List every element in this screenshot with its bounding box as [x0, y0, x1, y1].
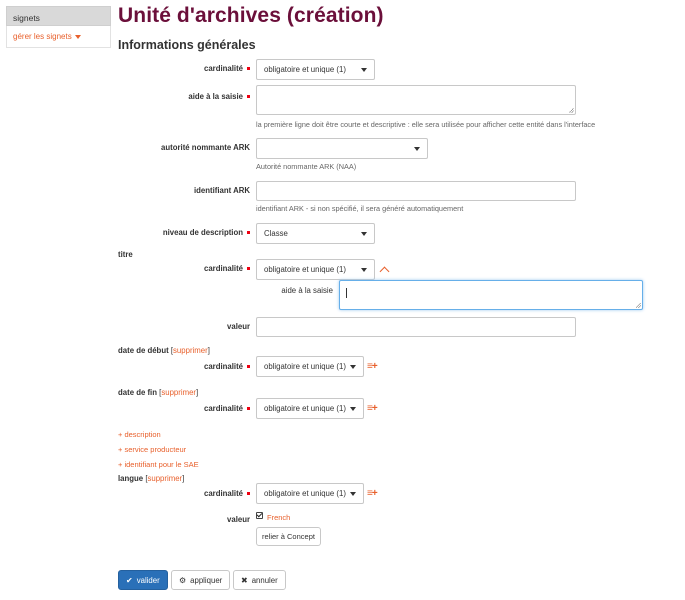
- start-date-heading-text: date de début: [118, 346, 169, 355]
- ark-id-input[interactable]: [256, 181, 576, 201]
- manage-bookmarks-label: gérer les signets: [13, 32, 72, 41]
- end-date-delete-link[interactable]: supprimer: [161, 388, 196, 397]
- chevron-down-icon: [361, 232, 367, 236]
- titre-cardinality-label-text: cardinalité: [204, 264, 243, 273]
- language-cardinality-value: obligatoire et unique (1): [264, 489, 346, 498]
- validate-button-label: valider: [136, 576, 160, 585]
- apply-button[interactable]: ⚙ appliquer: [171, 570, 231, 590]
- chevron-down-icon: [414, 147, 420, 151]
- language-heading-text: langue: [118, 474, 144, 483]
- start-date-cardinality-label: cardinalité: [204, 362, 250, 371]
- level-select[interactable]: Classe: [256, 223, 375, 244]
- ark-authority-hint: Autorité nommante ARK (NAA): [256, 162, 357, 171]
- close-icon: ✖: [241, 576, 248, 585]
- required-marker: [247, 492, 250, 496]
- bookmarks-panel: signets gérer les signets: [6, 6, 111, 48]
- required-marker: [247, 407, 250, 411]
- cancel-button-label: annuler: [251, 576, 278, 585]
- resize-grip-icon[interactable]: [636, 303, 641, 308]
- cardinality-label-text: cardinalité: [204, 64, 243, 73]
- text-cursor: [346, 288, 347, 298]
- end-date-heading-text: date de fin: [118, 388, 157, 397]
- level-label: niveau de description: [163, 228, 250, 237]
- check-icon: ✔: [126, 576, 133, 585]
- titre-value-input[interactable]: [256, 317, 576, 337]
- language-delete-link[interactable]: supprimer: [147, 474, 182, 483]
- end-date-cardinality-label-text: cardinalité: [204, 404, 243, 413]
- ark-authority-label: autorité nommante ARK: [161, 143, 250, 152]
- add-list-icon[interactable]: ≡+: [367, 488, 378, 499]
- chevron-down-icon: [350, 407, 356, 411]
- required-marker: [247, 67, 250, 71]
- cardinality-label: cardinalité: [204, 64, 250, 73]
- start-date-cardinality-value: obligatoire et unique (1): [264, 362, 346, 371]
- caret-down-icon: [74, 34, 81, 39]
- language-cardinality-label-text: cardinalité: [204, 489, 243, 498]
- titre-value-label: valeur: [227, 322, 250, 331]
- help-label: aide à la saisie: [188, 92, 250, 101]
- end-date-heading: date de fin [supprimer]: [118, 388, 198, 397]
- help-label-text: aide à la saisie: [188, 92, 243, 101]
- add-sae-identifier-link[interactable]: + identifiant pour le SAE: [118, 460, 199, 469]
- start-date-cardinality-label-text: cardinalité: [204, 362, 243, 371]
- bookmarks-body: gérer les signets: [6, 26, 111, 48]
- start-date-delete-link[interactable]: supprimer: [173, 346, 208, 355]
- titre-cardinality-select[interactable]: obligatoire et unique (1): [256, 259, 375, 280]
- link-concept-button[interactable]: relier à Concept: [256, 527, 321, 546]
- required-marker: [247, 365, 250, 369]
- language-cardinality-select[interactable]: obligatoire et unique (1): [256, 483, 364, 504]
- manage-bookmarks-link[interactable]: gérer les signets: [13, 32, 81, 41]
- language-cardinality-label: cardinalité: [204, 489, 250, 498]
- titre-heading: titre: [118, 250, 133, 259]
- add-producer-service-link[interactable]: + service producteur: [118, 445, 186, 454]
- ark-id-label: identifiant ARK: [193, 186, 250, 195]
- validate-button[interactable]: ✔ valider: [118, 570, 168, 590]
- language-heading: langue [supprimer]: [118, 474, 184, 483]
- titre-help-label: aide à la saisie: [281, 286, 333, 295]
- help-hint: la première ligne doit être courte et de…: [256, 120, 596, 129]
- ark-authority-select[interactable]: [256, 138, 428, 159]
- language-checkbox[interactable]: [256, 512, 263, 519]
- cardinality-select[interactable]: obligatoire et unique (1): [256, 59, 375, 80]
- chevron-down-icon: [350, 492, 356, 496]
- titre-cardinality-label: cardinalité: [204, 264, 250, 273]
- titre-cardinality-value: obligatoire et unique (1): [264, 265, 346, 274]
- ark-id-hint: identifiant ARK - si non spécifié, il se…: [256, 204, 464, 213]
- cardinality-select-value: obligatoire et unique (1): [264, 65, 346, 74]
- apply-button-label: appliquer: [190, 576, 223, 585]
- help-textarea[interactable]: [256, 85, 576, 115]
- chevron-down-icon: [361, 268, 367, 272]
- cancel-button[interactable]: ✖ annuler: [233, 570, 286, 590]
- chevron-down-icon: [361, 68, 367, 72]
- bookmarks-header: signets: [6, 6, 111, 26]
- collapse-chevron-up-icon[interactable]: [379, 266, 390, 277]
- language-value-link[interactable]: French: [267, 513, 290, 522]
- resize-grip-icon[interactable]: [569, 108, 574, 113]
- level-label-text: niveau de description: [162, 228, 243, 237]
- start-date-cardinality-select[interactable]: obligatoire et unique (1): [256, 356, 364, 377]
- chevron-down-icon: [350, 365, 356, 369]
- gear-icon: ⚙: [179, 576, 187, 585]
- required-marker: [247, 267, 250, 271]
- end-date-cardinality-label: cardinalité: [204, 404, 250, 413]
- add-list-icon[interactable]: ≡+: [367, 361, 378, 372]
- titre-help-textarea[interactable]: [339, 280, 643, 310]
- page-title: Unité d'archives (création): [118, 4, 384, 27]
- required-marker: [247, 231, 250, 235]
- add-description-link[interactable]: + description: [118, 430, 161, 439]
- add-list-icon[interactable]: ≡+: [367, 403, 378, 414]
- section-title: Informations générales: [118, 38, 256, 52]
- end-date-cardinality-select[interactable]: obligatoire et unique (1): [256, 398, 364, 419]
- level-select-value: Classe: [264, 229, 288, 238]
- start-date-heading: date de début [supprimer]: [118, 346, 210, 355]
- required-marker: [247, 95, 250, 99]
- language-value-label: valeur: [227, 515, 250, 524]
- bracket-close: ]: [182, 474, 185, 483]
- bracket-close: ]: [196, 388, 199, 397]
- bracket-close: ]: [207, 346, 210, 355]
- end-date-cardinality-value: obligatoire et unique (1): [264, 404, 346, 413]
